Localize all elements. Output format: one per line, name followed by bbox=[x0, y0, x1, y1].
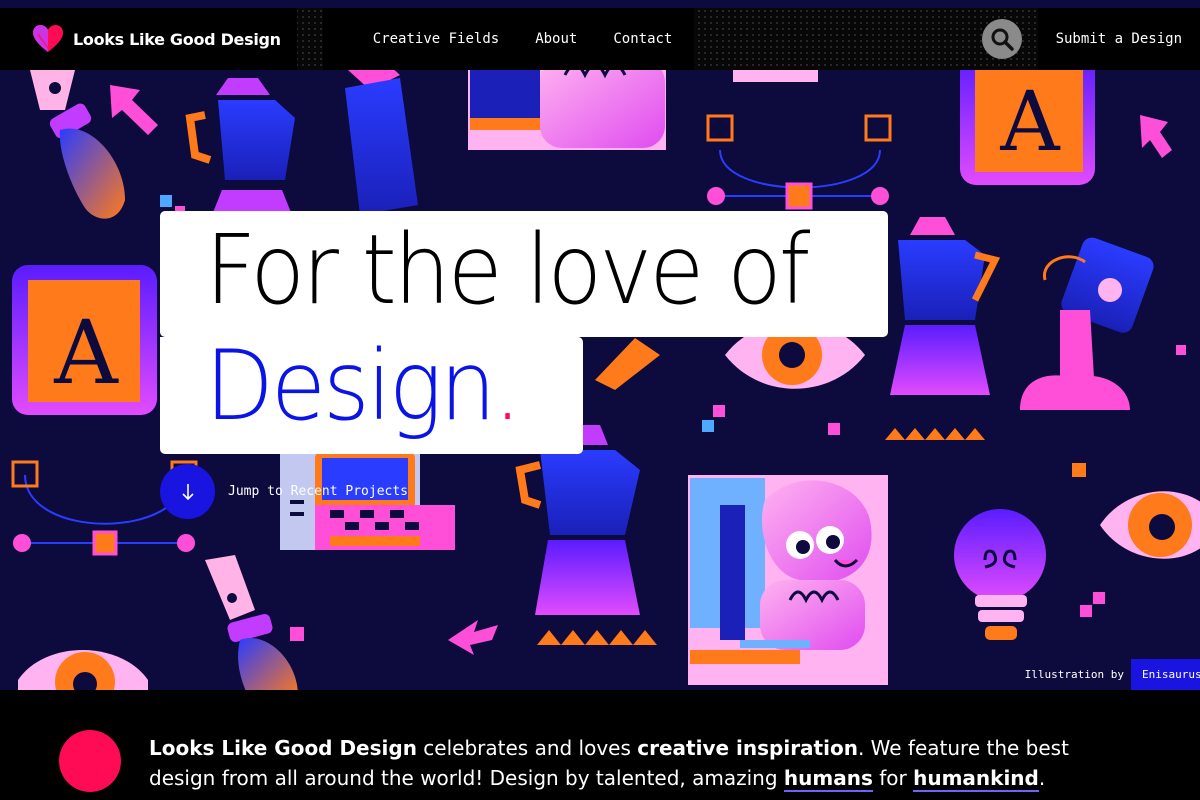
tablet-letter-a-left: A bbox=[12, 265, 157, 415]
headline-line-2: Design. bbox=[205, 338, 522, 434]
window-character bbox=[688, 475, 888, 685]
intro-text-1: celebrates and loves bbox=[416, 736, 638, 760]
submit-wrap: Submit a Design bbox=[1037, 8, 1200, 70]
svg-text:A: A bbox=[53, 301, 119, 404]
moka-pot-top bbox=[185, 78, 295, 215]
nav-links: Creative Fields About Contact bbox=[322, 8, 695, 70]
jump-button[interactable] bbox=[160, 464, 215, 519]
heart-icon bbox=[33, 25, 63, 52]
nav-actions: Submit a Design bbox=[981, 8, 1200, 70]
intro-text: Looks Like Good Design celebrates and lo… bbox=[149, 733, 1139, 793]
light-bulb bbox=[954, 509, 1046, 640]
intro-inspiration: creative inspiration bbox=[637, 736, 858, 760]
credit-artist-link[interactable]: Enisaurus bbox=[1131, 659, 1200, 690]
search-button[interactable] bbox=[981, 19, 1022, 59]
moka-pot-bottom bbox=[515, 425, 657, 645]
eye-bottom-left bbox=[18, 650, 148, 690]
jump-label[interactable]: Jump to Recent Projects bbox=[228, 484, 408, 499]
illustration-credit: Illustration by Enisaurus bbox=[1014, 659, 1200, 690]
top-navigation: Looks Like Good Design Creative Fields A… bbox=[0, 8, 1200, 70]
humans-link[interactable]: humans bbox=[783, 766, 873, 792]
paint-can bbox=[1020, 237, 1154, 410]
credit-label: Illustration by bbox=[1014, 659, 1131, 690]
headline-dot: . bbox=[493, 330, 521, 442]
intro-dot bbox=[59, 730, 121, 792]
pencil bbox=[345, 55, 418, 215]
nav-link-contact[interactable]: Contact bbox=[613, 31, 672, 47]
tablet-letter-a-top: A bbox=[960, 55, 1095, 185]
headline-line-1: For the love of bbox=[205, 214, 810, 326]
hero-section: A A For the love of Design. Jump to Rece… bbox=[0, 0, 1200, 690]
nav-link-creative-fields[interactable]: Creative Fields bbox=[373, 31, 499, 47]
nav-brand: Looks Like Good Design bbox=[0, 8, 297, 70]
intro-section: Looks Like Good Design celebrates and lo… bbox=[0, 690, 1200, 800]
intro-text-3: for bbox=[872, 766, 914, 790]
headline-word-design: Design bbox=[205, 330, 496, 442]
arrow-down-icon bbox=[181, 483, 194, 500]
submit-design-link[interactable]: Submit a Design bbox=[1056, 31, 1182, 47]
logo-text: Looks Like Good Design bbox=[73, 29, 281, 49]
pen-nib-bottom-left bbox=[205, 555, 298, 690]
intro-brand: Looks Like Good Design bbox=[149, 736, 417, 760]
intro-text-4: . bbox=[1038, 766, 1046, 790]
nav-link-about[interactable]: About bbox=[535, 31, 577, 47]
eye-right bbox=[1100, 491, 1200, 559]
svg-text:A: A bbox=[999, 75, 1061, 170]
logo-link[interactable]: Looks Like Good Design bbox=[32, 24, 281, 54]
window-hand-top bbox=[468, 58, 666, 150]
moka-pot-right bbox=[885, 217, 1001, 440]
jump-to-recent-projects-link[interactable]: Jump to Recent Projects bbox=[160, 464, 408, 519]
search-icon bbox=[991, 28, 1014, 51]
humankind-link[interactable]: humankind bbox=[913, 766, 1039, 792]
